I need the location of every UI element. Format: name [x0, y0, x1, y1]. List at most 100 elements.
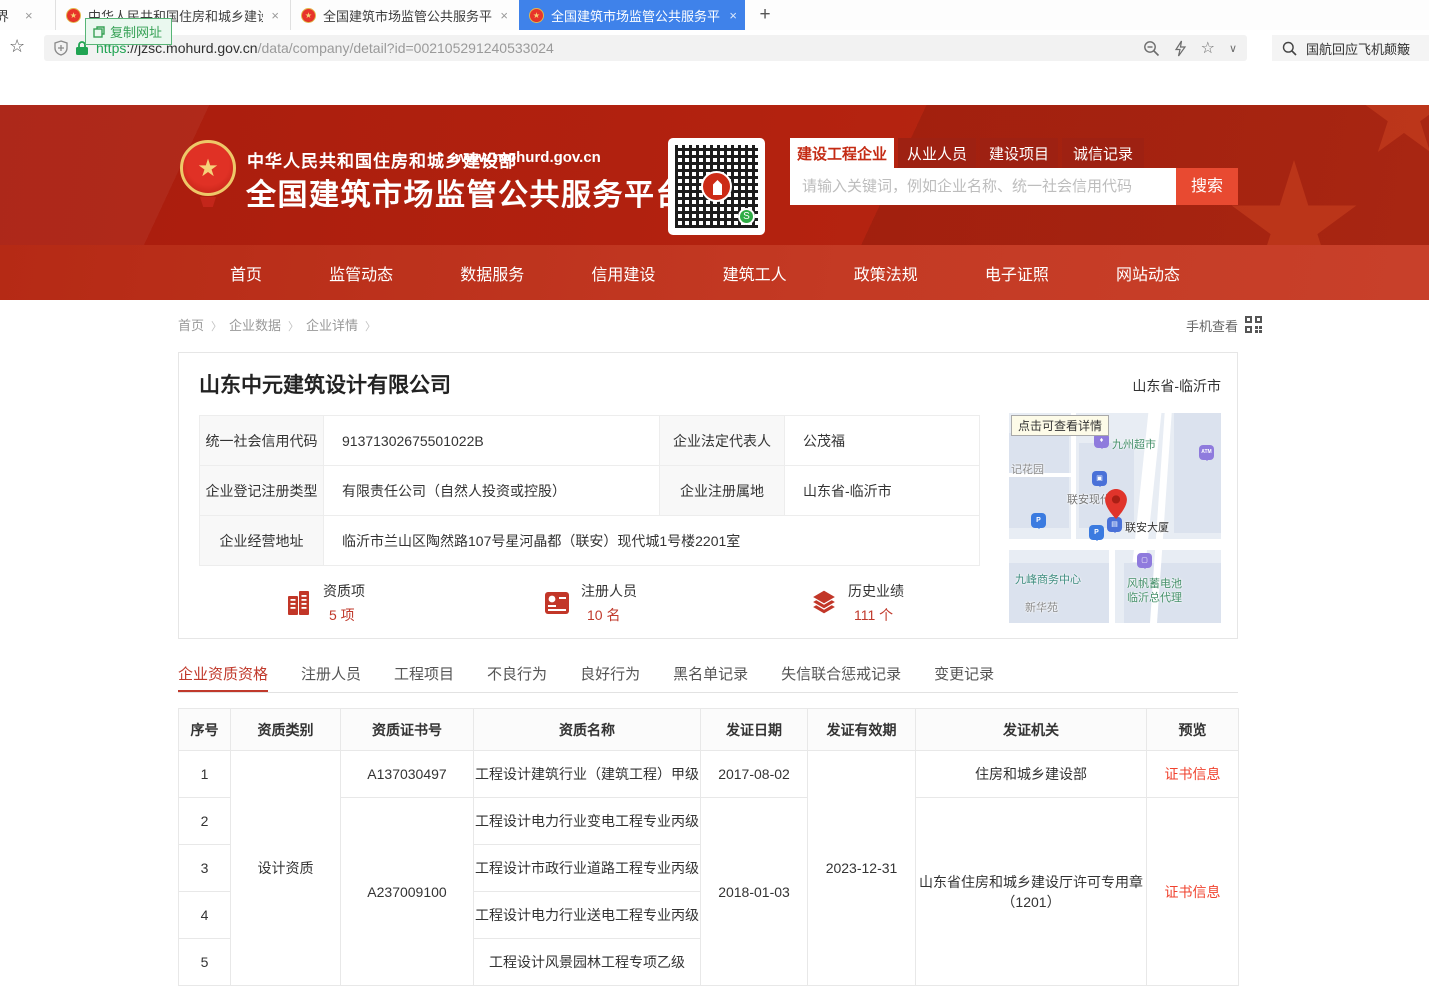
nav-credit[interactable]: 信用建设 [591, 261, 655, 285]
stat-qualifications[interactable]: 资质项 5 项 [284, 581, 365, 625]
info-value: 临沂市兰山区陶然路107号星河晶都（联安）现代城1号楼2201室 [324, 516, 980, 566]
id-card-icon [542, 588, 572, 618]
residence-poi-icon: ▣ [1092, 471, 1107, 486]
cell-qual-name: 工程设计风景园林工程专项乙级 [474, 939, 701, 986]
wechat-mini-icon: S [738, 208, 755, 225]
tab-change-records[interactable]: 变更记录 [934, 663, 994, 692]
new-tab-button[interactable]: + [752, 2, 778, 28]
detail-tab-bar: 企业资质资格 注册人员 工程项目 不良行为 良好行为 黑名单记录 失信联合惩戒记… [178, 663, 1238, 693]
tab-bad-behavior[interactable]: 不良行为 [487, 663, 547, 692]
emblem-favicon-icon: ★ [66, 8, 81, 23]
crumb-home[interactable]: 首页 [178, 318, 204, 333]
col-valid-until: 发证有效期 [808, 709, 916, 751]
browser-tab-jzsc-active[interactable]: ★ 全国建筑市场监管公共服务平台 × [519, 0, 745, 30]
col-cert-no: 资质证书号 [341, 709, 474, 751]
cert-info-link[interactable]: 证书信息 [1165, 884, 1221, 900]
browser-tab-bar: 界 × ★ 中华人民共和国住房和城乡建设 × ★ 全国建筑市场监管公共服务平台 … [0, 0, 1429, 30]
nav-e-license[interactable]: 电子证照 [985, 261, 1049, 285]
info-label: 企业经营地址 [200, 516, 324, 566]
cell-seq: 5 [179, 939, 231, 986]
stat-value: 111 个 [848, 605, 904, 625]
col-category: 资质类别 [231, 709, 341, 751]
url-field[interactable]: https://jzsc.mohurd.gov.cn/data/company/… [44, 35, 1247, 61]
qr-code-icon[interactable] [1245, 316, 1262, 333]
crumb-company-detail[interactable]: 企业详情 [306, 318, 358, 333]
tab-close-icon[interactable]: × [500, 8, 508, 23]
col-preview: 预览 [1147, 709, 1239, 751]
info-label: 企业注册属地 [660, 466, 785, 516]
nav-home[interactable]: 首页 [230, 261, 262, 285]
qr-center-logo-icon [701, 171, 732, 202]
tab-projects[interactable]: 工程项目 [394, 663, 454, 692]
mobile-view[interactable]: 手机查看 [938, 316, 1238, 335]
copy-icon [93, 26, 105, 38]
search-tab-credit[interactable]: 诚信记录 [1062, 138, 1144, 168]
national-emblem-logo: ★ [180, 140, 236, 196]
tab-registered-personnel[interactable]: 注册人员 [301, 663, 361, 692]
map-label: 临沂总代理 [1127, 589, 1182, 605]
nav-workers[interactable]: 建筑工人 [723, 261, 787, 285]
map-label: 新华苑 [1025, 599, 1058, 615]
tab-blacklist[interactable]: 黑名单记录 [673, 663, 748, 692]
layers-icon [809, 588, 839, 618]
browser-tab-jzsc-1[interactable]: ★ 全国建筑市场监管公共服务平台 × [290, 0, 516, 30]
map-road [1009, 539, 1221, 550]
stat-label: 资质项 [323, 581, 365, 601]
browser-tab-clipped[interactable]: 界 × [0, 0, 53, 30]
copy-url-label: 复制网址 [110, 22, 162, 41]
tab-close-icon[interactable]: × [25, 8, 33, 23]
building-poi-icon: ▤ [1107, 517, 1122, 532]
copy-url-tooltip[interactable]: 复制网址 [85, 18, 172, 45]
cell-qual-name: 工程设计电力行业变电工程专业丙级 [474, 798, 701, 845]
browser-search-box[interactable]: 国航回应飞机颠簸 [1272, 35, 1429, 61]
search-tab-enterprise[interactable]: 建设工程企业 [790, 138, 894, 168]
nav-policy[interactable]: 政策法规 [854, 261, 918, 285]
nav-data-service[interactable]: 数据服务 [460, 261, 524, 285]
cell-qual-name: 工程设计市政行业道路工程专业丙级 [474, 845, 701, 892]
info-value: 公茂福 [785, 416, 980, 466]
cell-qual-name: 工程设计建筑行业（建筑工程）甲级 [474, 751, 701, 798]
keyword-input[interactable] [790, 168, 1176, 205]
tab-close-icon[interactable]: × [271, 8, 279, 23]
info-value: 有限责任公司（自然人投资或控股） [324, 466, 660, 516]
bookmark-star-icon[interactable]: ☆ [9, 36, 25, 57]
cert-info-link[interactable]: 证书信息 [1165, 766, 1221, 782]
flag-star-decoration [1359, 105, 1429, 160]
cell-seq: 2 [179, 798, 231, 845]
parking-icon: P [1031, 513, 1046, 528]
cell-valid-until: 2023-12-31 [808, 751, 916, 986]
cell-preview: 证书信息 [1147, 798, 1239, 986]
info-label: 企业登记注册类型 [200, 466, 324, 516]
cell-cert-no: A237009100 [341, 798, 474, 986]
shield-icon[interactable] [54, 40, 68, 56]
info-label: 企业法定代表人 [660, 416, 785, 466]
zoom-out-icon[interactable] [1143, 40, 1160, 57]
tab-close-icon[interactable]: × [729, 8, 737, 23]
nav-site-news[interactable]: 网站动态 [1116, 261, 1180, 285]
map-label: 联安大厦 [1125, 519, 1169, 535]
chevron-down-icon[interactable]: ∨ [1229, 42, 1237, 55]
nav-supervision[interactable]: 监管动态 [329, 261, 393, 285]
search-button[interactable]: 搜索 [1176, 168, 1238, 205]
col-qual-name: 资质名称 [474, 709, 701, 751]
tab-qualifications[interactable]: 企业资质资格 [178, 663, 268, 692]
tab-dishonesty[interactable]: 失信联合惩戒记录 [781, 663, 901, 692]
cell-authority: 住房和城乡建设部 [916, 751, 1147, 798]
search-tab-project[interactable]: 建设项目 [980, 138, 1058, 168]
qr-pattern: S [675, 145, 758, 228]
stat-registered-personnel[interactable]: 注册人员 10 名 [542, 581, 637, 625]
favorite-star-icon[interactable]: ☆ [1201, 38, 1215, 58]
lightning-icon[interactable] [1174, 40, 1187, 57]
hot-search-text[interactable]: 国航回应飞机颠簸 [1306, 39, 1410, 58]
map-block [1174, 413, 1221, 533]
location-map[interactable]: 点击可查看详情 ♦ 九州超市 ATM 记花园 ▣ 联安现代城 ▤ 联安大厦 P … [1009, 413, 1221, 623]
tab-good-behavior[interactable]: 良好行为 [580, 663, 640, 692]
search-tab-personnel[interactable]: 从业人员 [898, 138, 976, 168]
platform-title: 全国建筑市场监管公共服务平台 [246, 170, 687, 214]
crumb-company-data[interactable]: 企业数据 [229, 318, 281, 333]
atm-poi-icon: ATM [1199, 445, 1214, 460]
map-tooltip[interactable]: 点击可查看详情 [1011, 415, 1109, 436]
header-qr-code: S [668, 138, 765, 235]
cell-seq: 4 [179, 892, 231, 939]
stat-history-performance[interactable]: 历史业绩 111 个 [809, 581, 904, 625]
